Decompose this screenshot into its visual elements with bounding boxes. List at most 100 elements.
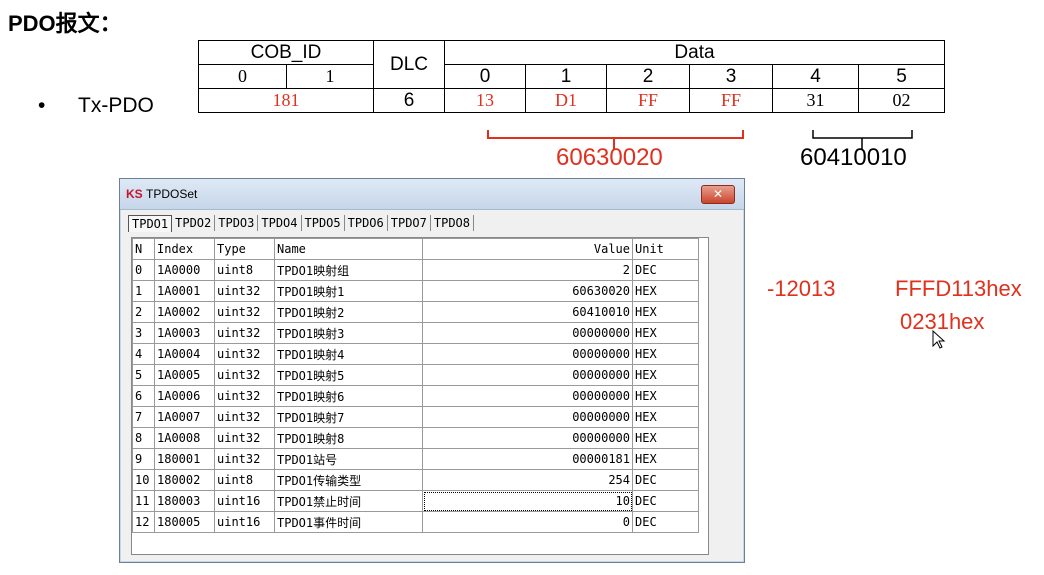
table-cell-index: 1A0008: [154, 427, 215, 449]
table-cell-type: uint32: [214, 427, 275, 449]
table-cell-type: uint32: [214, 280, 275, 302]
table-cell-name: TPDO1映射8: [274, 427, 423, 449]
table-cell-value[interactable]: 00000000: [422, 364, 633, 386]
annotation-hex1: FFFD113hex: [895, 276, 1022, 301]
table-row[interactable]: 6 1A0006 uint32 TPDO1映射6 00000000 HEX: [132, 385, 699, 407]
mouse-cursor-icon: [932, 330, 946, 349]
table-cell-value[interactable]: 00000000: [422, 427, 633, 449]
data-sub-5: 5: [858, 64, 945, 89]
table-cell-unit: HEX: [632, 427, 699, 449]
tab-tpdo2[interactable]: TPDO2: [172, 215, 216, 231]
table-cell-type: uint32: [214, 406, 275, 428]
tab-tpdo7[interactable]: TPDO7: [388, 215, 431, 231]
table-cell-name: TPDO1映射1: [274, 280, 423, 302]
column-header-n[interactable]: N: [132, 238, 155, 260]
table-cell-value[interactable]: 00000000: [422, 406, 633, 428]
table-row[interactable]: 0 1A0000 uint8 TPDO1映射组 2 DEC: [132, 259, 699, 281]
cob-sub-0: 0: [198, 64, 287, 89]
column-header-type[interactable]: Type: [214, 238, 275, 260]
table-row[interactable]: 9 180001 uint32 TPDO1站号 00000181 HEX: [132, 448, 699, 470]
table-cell-index: 1A0000: [154, 259, 215, 281]
table-row[interactable]: 7 1A0007 uint32 TPDO1映射7 00000000 HEX: [132, 406, 699, 428]
data-header: Data: [444, 40, 945, 65]
table-cell-value[interactable]: 2: [422, 259, 633, 281]
table-cell-index: 1A0006: [154, 385, 215, 407]
table-cell-name: TPDO1映射2: [274, 301, 423, 323]
table-cell-n: 0: [132, 259, 155, 281]
table-cell-value[interactable]: 60410010: [422, 301, 633, 323]
cob-sub-1: 1: [286, 64, 374, 89]
table-cell-unit: HEX: [632, 322, 699, 344]
tpdoset-window: KS TPDOSet ✕ TPDO1 TPDO2 TPDO3 TPDO4 TPDO5 TP…: [119, 178, 745, 563]
tab-tpdo3[interactable]: TPDO3: [215, 215, 259, 231]
table-row[interactable]: 4 1A0004 uint32 TPDO1映射4 00000000 HEX: [132, 343, 699, 365]
table-cell-value[interactable]: 60630020: [422, 280, 633, 302]
table-row[interactable]: 5 1A0005 uint32 TPDO1映射5 00000000 HEX: [132, 364, 699, 386]
table-cell-index: 1A0007: [154, 406, 215, 428]
data-value-4: 31: [772, 88, 859, 113]
brace-right-label: 60410010: [800, 144, 907, 171]
cob-id-header: COB_ID: [198, 40, 374, 65]
table-cell-value[interactable]: 0: [422, 511, 633, 533]
table-cell-type: uint8: [214, 469, 275, 491]
table-row[interactable]: 1 1A0001 uint32 TPDO1映射1 60630020 HEX: [132, 280, 699, 302]
table-row[interactable]: 3 1A0003 uint32 TPDO1映射3 00000000 HEX: [132, 322, 699, 344]
bullet-label: Tx-PDO: [78, 94, 154, 117]
tab-strip: TPDO1 TPDO2 TPDO3 TPDO4 TPDO5 TPDO6 TPDO7 TPDO8: [128, 215, 474, 232]
table-cell-name: TPDO1站号: [274, 448, 423, 470]
table-cell-n: 6: [132, 385, 155, 407]
table-cell-value[interactable]: 00000000: [422, 343, 633, 365]
table-cell-name: TPDO1映射3: [274, 322, 423, 344]
table-cell-n: 5: [132, 364, 155, 386]
table-row[interactable]: 11 180003 uint16 TPDO1禁止时间 10 DEC: [132, 490, 699, 512]
table-cell-unit: HEX: [632, 343, 699, 365]
column-header-index[interactable]: Index: [154, 238, 215, 260]
tab-tpdo1[interactable]: TPDO1: [128, 215, 173, 232]
table-row[interactable]: 2 1A0002 uint32 TPDO1映射2 60410010 HEX: [132, 301, 699, 323]
data-value-5: 02: [858, 88, 945, 113]
table-cell-value[interactable]: 00000181: [422, 448, 633, 470]
table-cell-n: 2: [132, 301, 155, 323]
table-cell-index: 1A0001: [154, 280, 215, 302]
data-sub-3: 3: [689, 64, 773, 89]
close-button[interactable]: ✕: [701, 185, 735, 204]
table-header-row: N Index Type Name Value Unit: [132, 238, 699, 260]
table-row[interactable]: 8 1A0008 uint32 TPDO1映射8 00000000 HEX: [132, 427, 699, 449]
table-row[interactable]: 12 180005 uint16 TPDO1事件时间 0 DEC: [132, 511, 699, 533]
table-cell-n: 12: [132, 511, 155, 533]
tab-tpdo5[interactable]: TPDO5: [302, 215, 345, 231]
table-cell-type: uint32: [214, 301, 275, 323]
table-cell-value[interactable]: 10: [422, 490, 633, 512]
table-cell-type: uint16: [214, 490, 275, 512]
data-value-2: FF: [606, 88, 690, 113]
column-header-name[interactable]: Name: [274, 238, 423, 260]
table-cell-n: 10: [132, 469, 155, 491]
table-cell-value[interactable]: 254: [422, 469, 633, 491]
table-cell-n: 1: [132, 280, 155, 302]
tpdo-grid[interactable]: N Index Type Name Value Unit 0 1A0000 uint8 TPDO…: [131, 237, 709, 555]
table-cell-unit: HEX: [632, 364, 699, 386]
window-titlebar[interactable]: KS TPDOSet ✕: [120, 179, 744, 210]
table-cell-name: TPDO1映射4: [274, 343, 423, 365]
brace-left-label: 60630020: [556, 144, 663, 171]
window-title: TPDOSet: [146, 187, 198, 201]
column-header-value[interactable]: Value: [422, 238, 633, 260]
table-cell-unit: HEX: [632, 301, 699, 323]
table-cell-type: uint8: [214, 259, 275, 281]
data-sub-0: 0: [444, 64, 526, 89]
table-cell-n: 8: [132, 427, 155, 449]
table-row[interactable]: 10 180002 uint8 TPDO1传输类型 254 DEC: [132, 469, 699, 491]
table-cell-index: 1A0003: [154, 322, 215, 344]
tab-tpdo6[interactable]: TPDO6: [345, 215, 388, 231]
dlc-header: DLC: [373, 40, 445, 89]
table-cell-value[interactable]: 00000000: [422, 322, 633, 344]
tab-tpdo8[interactable]: TPDO8: [431, 215, 474, 231]
data-value-3: FF: [689, 88, 773, 113]
table-cell-unit: DEC: [632, 259, 699, 281]
column-header-unit[interactable]: Unit: [632, 238, 699, 260]
tab-tpdo4[interactable]: TPDO4: [258, 215, 302, 231]
table-cell-value[interactable]: 00000000: [422, 385, 633, 407]
tpdo-table: N Index Type Name Value Unit 0 1A0000 uint8 TPDO…: [132, 238, 699, 533]
table-cell-index: 180001: [154, 448, 215, 470]
table-cell-name: TPDO1映射组: [274, 259, 423, 281]
